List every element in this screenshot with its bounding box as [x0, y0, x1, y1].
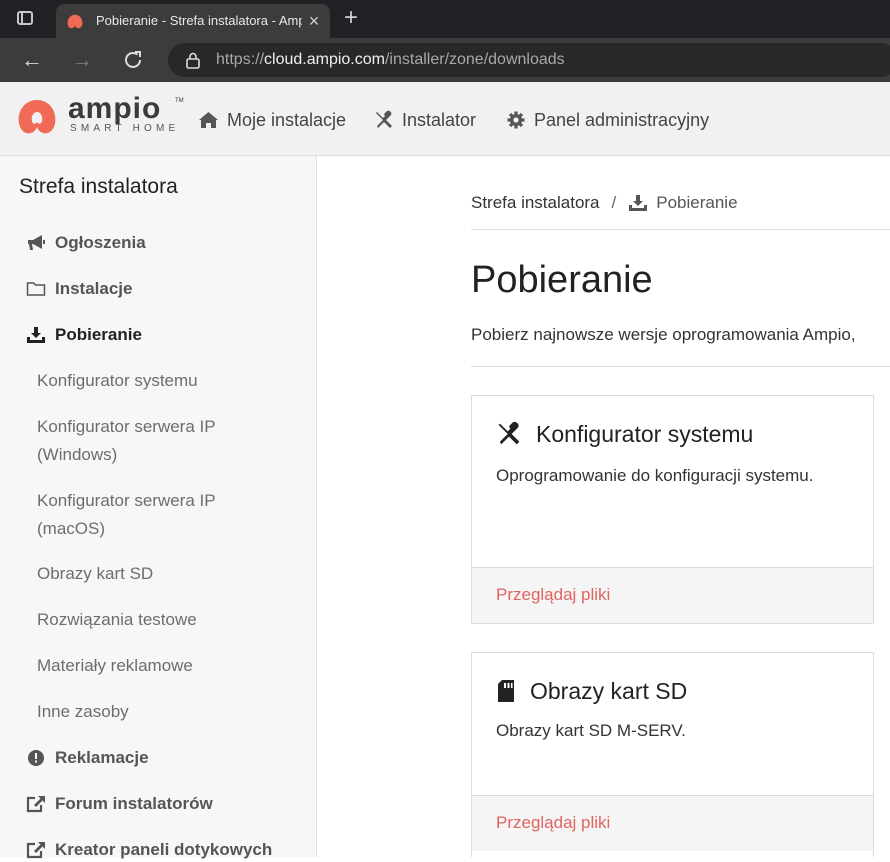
sidebar-toggle-icon[interactable]: [14, 8, 38, 30]
ampio-logo-icon[interactable]: [16, 98, 58, 138]
download-card-konfigurator: Konfigurator systemu Oprogramowanie do k…: [471, 395, 874, 624]
download-icon: [27, 327, 45, 343]
sidebar-subitem-rozwiazania-testowe[interactable]: Rozwiązania testowe: [37, 606, 197, 634]
breadcrumb-current: Pobieranie: [628, 193, 738, 213]
card-description: Obrazy kart SD M-SERV.: [496, 721, 686, 740]
card-footer: Przeglądaj pliki: [472, 795, 873, 851]
sidebar-title: Strefa instalatora: [19, 175, 178, 198]
close-tab-icon[interactable]: ×: [306, 12, 322, 30]
sidebar-item-forum-instalatorow[interactable]: Forum instalatorów: [26, 792, 213, 816]
sidebar-item-instalacje[interactable]: Instalacje: [26, 277, 133, 301]
tools-icon: [376, 110, 392, 128]
ampio-favicon-icon: [67, 14, 83, 29]
download-card-obrazy-kart-sd: Obrazy kart SD Obrazy kart SD M-SERV. Pr…: [471, 652, 874, 857]
browser-address-bar: ← → https://cloud.ampio.com/installer/zo…: [0, 38, 890, 82]
sidebar-subitem-inne-zasoby[interactable]: Inne zasoby: [37, 698, 129, 726]
external-link-icon: [26, 796, 45, 813]
megaphone-icon: [28, 235, 45, 250]
sidebar: Strefa instalatora Ogłoszenia Instalacje…: [0, 156, 317, 859]
card-description: Oprogramowanie do konfiguracji systemu.: [496, 466, 814, 485]
browse-files-link[interactable]: Przeglądaj pliki: [496, 585, 610, 605]
breadcrumb-root[interactable]: Strefa instalatora: [471, 193, 600, 213]
folder-icon: [26, 282, 46, 296]
logo-tagline: SMART HOME: [70, 123, 180, 134]
tab-title: Pobieranie - Strefa instalatora - Ampio: [96, 13, 302, 28]
gear-icon: [507, 111, 525, 129]
nav-instalator[interactable]: Instalator: [374, 108, 476, 132]
sidebar-subitem-serwer-macos[interactable]: Konfigurator serwera IP (macOS): [37, 487, 257, 543]
sidebar-item-reklamacje[interactable]: Reklamacje: [26, 746, 149, 770]
card-footer: Przeglądaj pliki: [472, 567, 873, 623]
new-tab-icon[interactable]: +: [340, 6, 362, 30]
download-icon: [629, 195, 648, 211]
tools-icon: [498, 421, 520, 445]
sidebar-item-ogloszenia[interactable]: Ogłoszenia: [26, 231, 146, 255]
logo-wordmark: ampio: [68, 92, 162, 125]
main-content: Strefa instalatora / Pobieranie Pobieran…: [318, 156, 890, 857]
card-title: Konfigurator systemu: [496, 420, 753, 448]
nav-panel-administracyjny[interactable]: Panel administracyjny: [506, 108, 709, 132]
sidebar-item-pobieranie[interactable]: Pobieranie: [26, 323, 142, 347]
back-arrow-icon[interactable]: ←: [18, 46, 46, 74]
breadcrumb: Strefa instalatora / Pobieranie: [471, 192, 738, 214]
browser-tab-bar: Pobieranie - Strefa instalatora - Ampio …: [0, 0, 890, 38]
lock-icon: [186, 52, 200, 69]
sidebar-subitem-konfigurator-systemu[interactable]: Konfigurator systemu: [37, 367, 198, 395]
sidebar-item-kreator-paneli[interactable]: Kreator paneli dotykowych: [26, 838, 272, 862]
browser-tab[interactable]: Pobieranie - Strefa instalatora - Ampio …: [56, 4, 330, 38]
sd-card-icon: [498, 680, 514, 702]
sidebar-subitem-obrazy-kart-sd[interactable]: Obrazy kart SD: [37, 560, 153, 588]
url-text: https://cloud.ampio.com/installer/zone/d…: [216, 51, 565, 68]
url-field[interactable]: https://cloud.ampio.com/installer/zone/d…: [168, 43, 890, 77]
sidebar-subitem-materialy-reklamowe[interactable]: Materiały reklamowe: [37, 652, 193, 680]
forward-arrow-icon[interactable]: →: [68, 46, 96, 74]
card-title: Obrazy kart SD: [496, 677, 687, 705]
reload-icon[interactable]: [119, 46, 147, 74]
browse-files-link[interactable]: Przeglądaj pliki: [496, 813, 610, 833]
app-header: ampio TM SMART HOME Moje instalacje Inst…: [0, 82, 890, 156]
page-description: Pobierz najnowsze wersje oprogramowania …: [471, 325, 856, 344]
external-link-icon: [26, 842, 45, 859]
exclamation-circle-icon: [28, 750, 44, 766]
sidebar-subitem-serwer-windows[interactable]: Konfigurator serwera IP (Windows): [37, 413, 257, 469]
nav-moje-instalacje[interactable]: Moje instalacje: [198, 108, 346, 132]
breadcrumb-separator: /: [611, 193, 617, 212]
divider: [471, 366, 890, 367]
page-title: Pobieranie: [471, 259, 653, 301]
home-icon: [199, 112, 218, 128]
divider: [471, 229, 890, 230]
